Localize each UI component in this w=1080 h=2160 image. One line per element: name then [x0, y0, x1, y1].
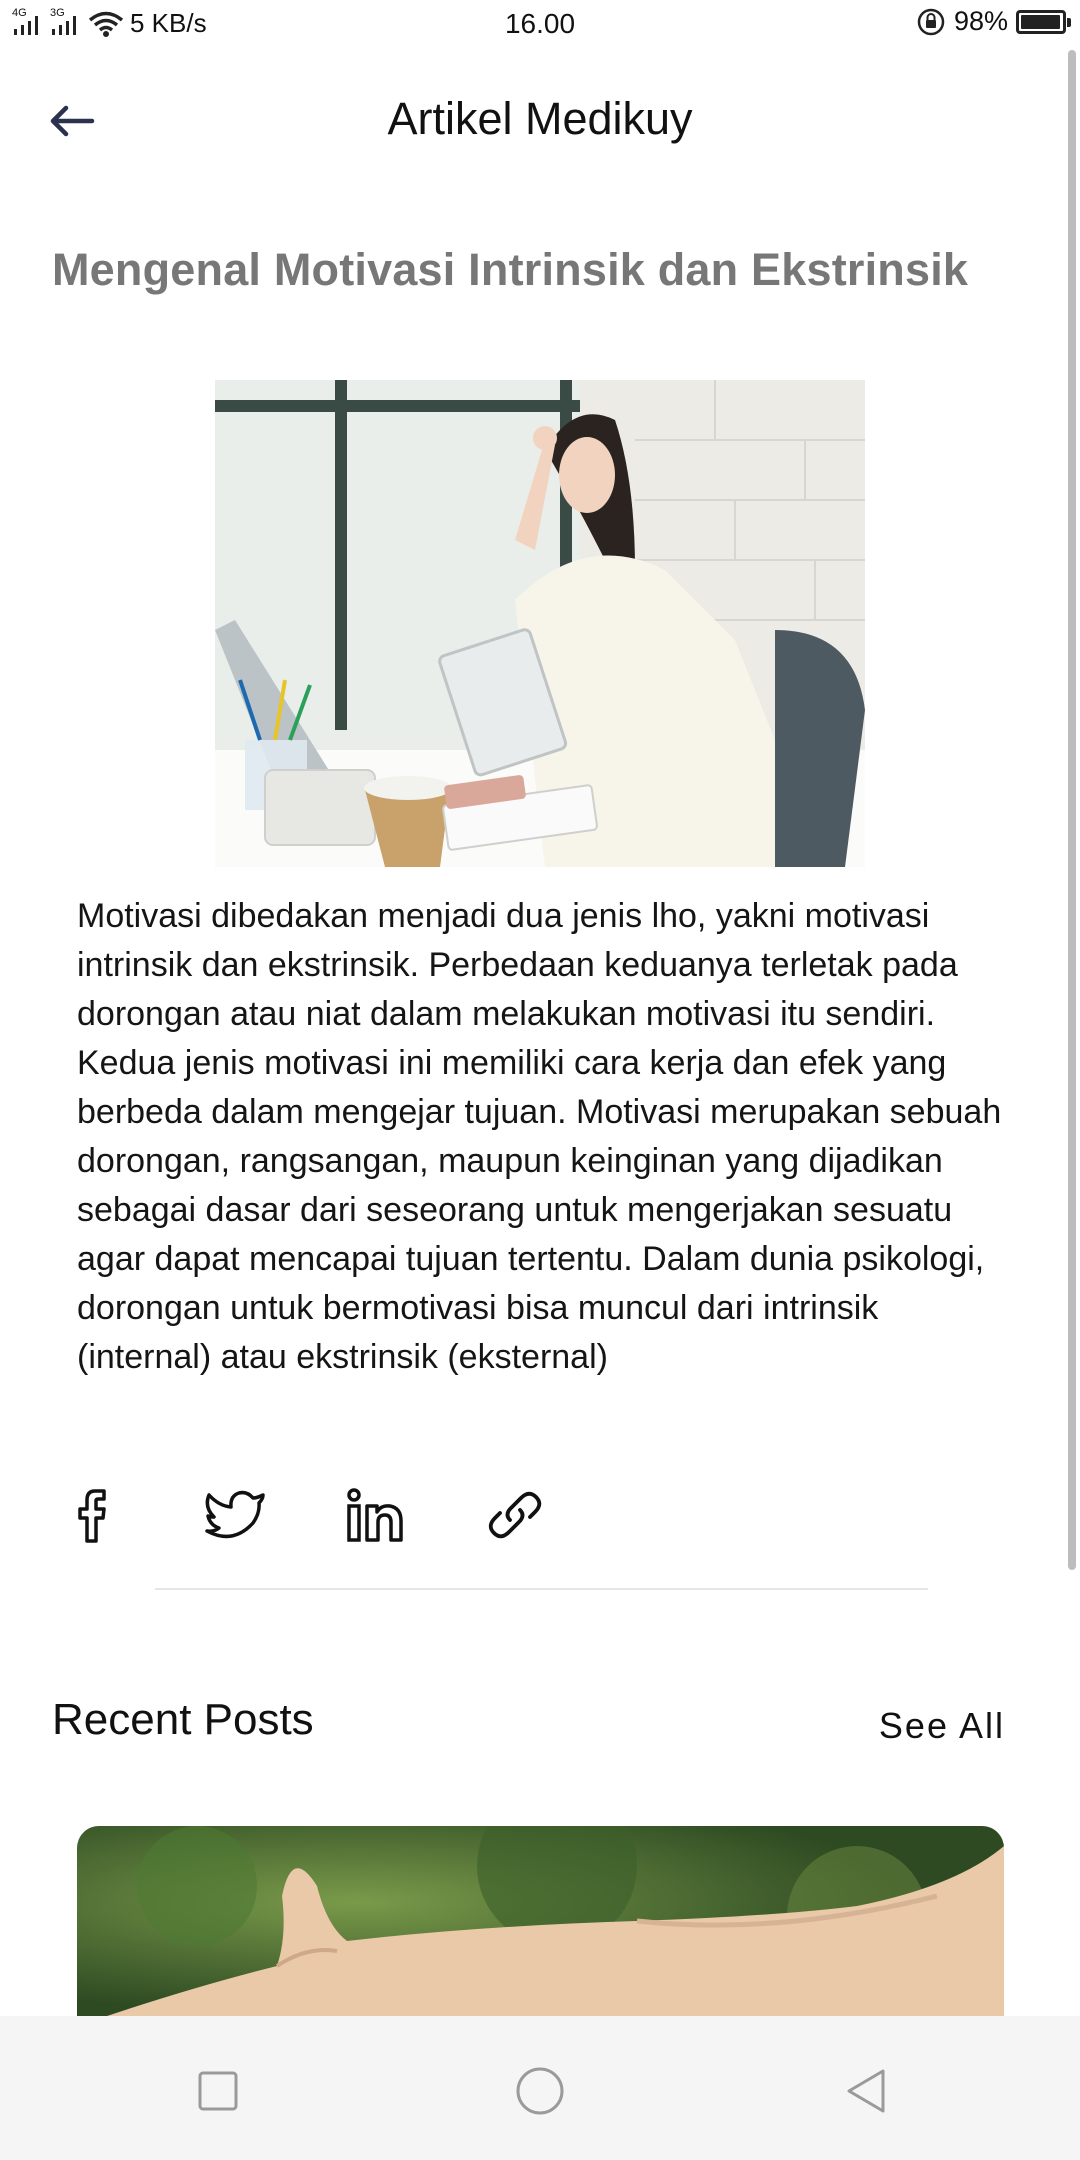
recent-posts-title: Recent Posts — [52, 1695, 314, 1744]
recents-square-icon — [198, 2071, 238, 2111]
share-linkedin-button[interactable] — [335, 1480, 415, 1550]
rotation-lock-icon — [917, 8, 945, 35]
linkedin-icon — [347, 1488, 403, 1542]
back-nav-button[interactable] — [830, 2056, 900, 2126]
status-right: 98% — [916, 6, 1071, 37]
home-button[interactable] — [505, 2056, 575, 2126]
status-bar: 4G 3G 5 KB/s 16.00 98% — [0, 0, 1080, 48]
facebook-icon — [78, 1489, 106, 1543]
battery-percent: 98% — [953, 6, 1008, 36]
article-title: Mengenal Motivasi Intrinsik dan Ekstrins… — [52, 244, 969, 295]
share-facebook-button[interactable] — [55, 1480, 135, 1550]
recents-button[interactable] — [183, 2056, 253, 2126]
share-row — [55, 1480, 555, 1550]
back-triangle-icon — [847, 2069, 885, 2113]
recent-post-card[interactable] — [77, 1826, 1004, 2016]
link-icon — [488, 1491, 542, 1539]
navigation-bar — [0, 2016, 1080, 2160]
see-all-link[interactable]: See All — [879, 1705, 1005, 1747]
home-circle-icon — [516, 2067, 564, 2115]
page-title: Artikel Medikuy — [387, 93, 693, 144]
share-twitter-button[interactable] — [195, 1480, 275, 1550]
article-image — [215, 380, 865, 867]
recent-post-image — [77, 1826, 1004, 2016]
battery-icon — [1016, 9, 1071, 34]
share-link-button[interactable] — [475, 1480, 555, 1550]
article-body: Motivasi dibedakan menjadi dua jenis lho… — [77, 897, 1002, 1376]
twitter-icon — [205, 1490, 265, 1539]
battery-fill — [1021, 14, 1060, 29]
scrollbar[interactable] — [1068, 50, 1076, 1570]
app-bar: Artikel Medikuy — [0, 48, 1080, 193]
divider — [155, 1588, 928, 1590]
